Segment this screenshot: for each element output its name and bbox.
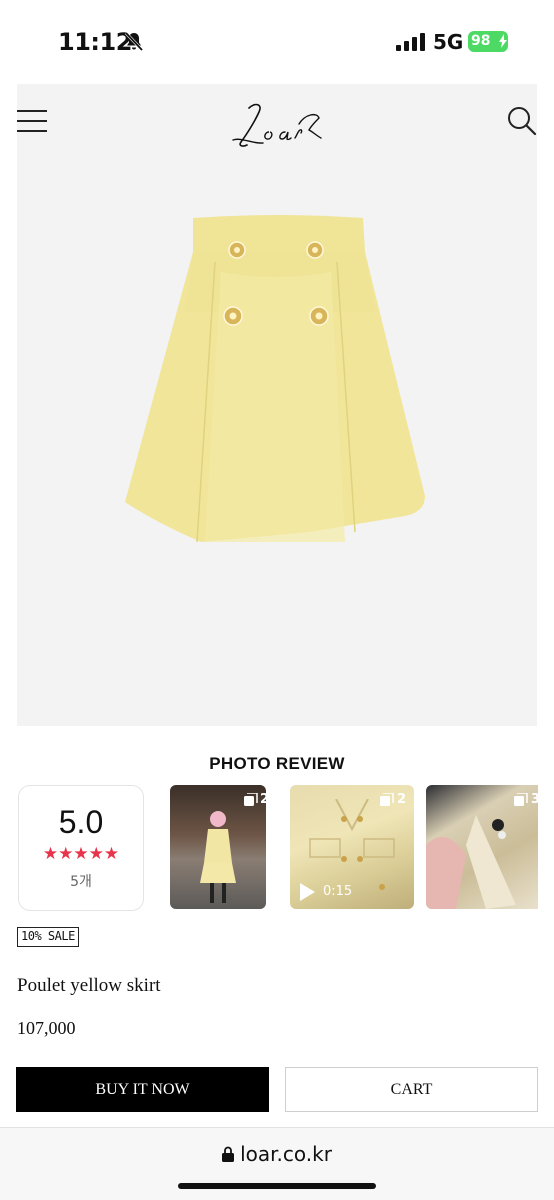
- multiple-photos-icon: [380, 793, 394, 806]
- person-figure: [200, 811, 236, 903]
- charging-bolt-icon: [499, 34, 507, 48]
- status-bar: 11:12 5G 98: [0, 0, 554, 84]
- site-header: [17, 84, 537, 164]
- skirt-illustration: [125, 215, 425, 543]
- cart-button[interactable]: CART: [285, 1067, 538, 1112]
- rating-stars: ★★★★★: [42, 844, 120, 863]
- url-text: loar.co.kr: [240, 1142, 332, 1166]
- photo-review-title: PHOTO REVIEW: [209, 754, 345, 773]
- review-photo-thumbnail[interactable]: 2: [170, 785, 266, 909]
- play-icon: [300, 883, 315, 901]
- button-detail: [426, 815, 516, 909]
- network-label: 5G: [433, 30, 464, 54]
- photo-count: 2: [260, 792, 266, 807]
- review-count: 5개: [70, 874, 92, 890]
- hamburger-menu-icon[interactable]: [17, 110, 47, 132]
- url-display[interactable]: loar.co.kr: [0, 1142, 554, 1166]
- video-duration: 0:15: [323, 884, 353, 899]
- multiple-photos-icon: [244, 793, 258, 806]
- sale-badge: 10% SALE: [17, 927, 79, 947]
- lock-icon: [222, 1146, 235, 1162]
- product-price: 107,000: [17, 1018, 76, 1038]
- product-name: Poulet yellow skirt: [17, 975, 161, 996]
- search-icon[interactable]: [507, 106, 537, 136]
- loar-logo[interactable]: [227, 94, 327, 156]
- browser-address-bar[interactable]: loar.co.kr: [0, 1127, 554, 1200]
- photo-count: 2: [397, 792, 407, 807]
- review-video-thumbnail[interactable]: 2 0:15: [290, 785, 414, 909]
- buy-it-now-button[interactable]: BUY IT NOW: [16, 1067, 269, 1112]
- home-indicator[interactable]: [178, 1183, 376, 1189]
- review-photo-thumbnail[interactable]: 3: [426, 785, 538, 909]
- product-image[interactable]: [17, 164, 537, 726]
- photo-count: 3: [531, 792, 538, 807]
- multiple-photos-icon: [514, 793, 528, 806]
- rating-score: 5.0: [58, 804, 104, 840]
- battery-level: 98: [471, 33, 491, 49]
- signal-icon: [396, 33, 425, 51]
- battery-indicator: 98: [468, 31, 508, 52]
- status-time: 11:12: [58, 28, 132, 56]
- rating-summary-card[interactable]: 5.0 ★★★★★ 5개: [18, 785, 144, 911]
- bell-muted-icon: [124, 31, 144, 52]
